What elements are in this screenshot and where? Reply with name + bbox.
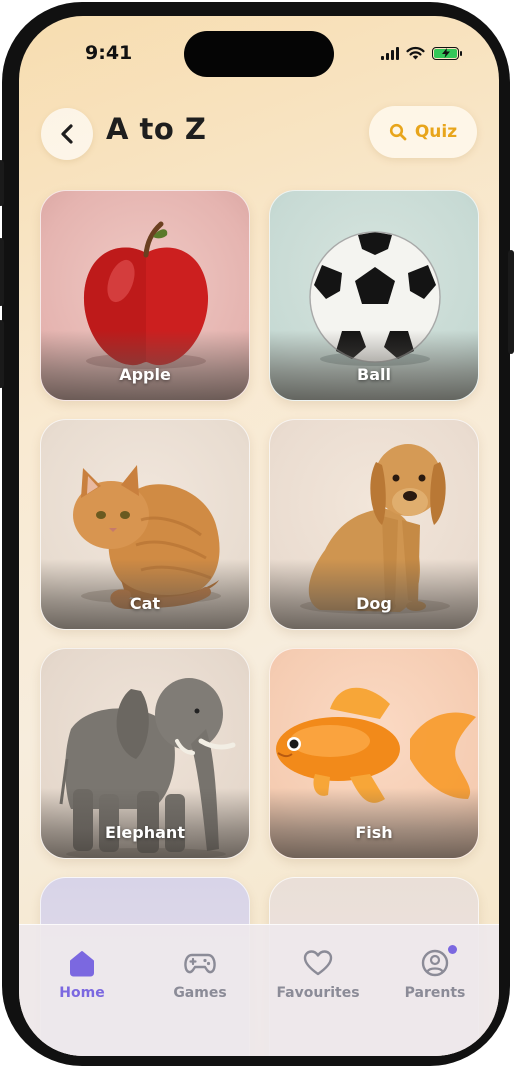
volume-down-button <box>0 320 4 388</box>
card-label: Cat <box>129 594 161 613</box>
card-cat[interactable]: Cat <box>40 419 250 630</box>
quiz-button[interactable]: Quiz <box>369 106 477 158</box>
search-icon <box>389 123 407 141</box>
tab-favourites[interactable]: Favourites <box>263 949 373 1001</box>
quiz-label: Quiz <box>414 122 458 142</box>
wifi-icon <box>406 46 425 60</box>
tab-label: Favourites <box>276 985 360 1001</box>
back-button[interactable] <box>41 108 93 160</box>
user-circle-icon <box>421 949 449 977</box>
page-title: A to Z <box>106 112 207 146</box>
dynamic-island <box>184 31 334 77</box>
card-ball[interactable]: Ball <box>269 190 479 401</box>
card-fish[interactable]: Fish <box>269 648 479 859</box>
card-dog[interactable]: Dog <box>269 419 479 630</box>
volume-up-button <box>0 238 4 306</box>
phone-frame: 9:41 A to Z Quiz Apple Ball Cat Dog Elep… <box>0 2 514 1066</box>
status-icons <box>381 46 462 60</box>
notification-badge <box>448 945 457 954</box>
home-icon <box>70 951 94 977</box>
status-time: 9:41 <box>85 42 133 64</box>
card-apple[interactable]: Apple <box>40 190 250 401</box>
card-elephant[interactable]: Elephant <box>40 648 250 859</box>
tab-label: Parents <box>404 985 466 1001</box>
card-label: Dog <box>356 594 392 613</box>
card-label: Fish <box>355 823 393 842</box>
tab-parents[interactable]: Parents <box>380 945 490 1001</box>
power-button <box>508 250 514 354</box>
tab-label: Games <box>173 985 227 1001</box>
gamepad-icon <box>184 953 216 974</box>
tab-label: Home <box>59 985 105 1001</box>
card-label: Elephant <box>105 823 185 842</box>
chevron-left-icon <box>61 124 73 144</box>
card-label: Ball <box>357 365 391 384</box>
battery-icon <box>432 46 462 60</box>
signal-icon <box>381 46 399 60</box>
heart-icon <box>303 950 333 976</box>
card-label: Apple <box>119 365 171 384</box>
tab-bar: Home Games Favourites Parents <box>19 924 499 1056</box>
mute-switch <box>0 160 4 206</box>
tab-games[interactable]: Games <box>145 949 255 1001</box>
app-screen: 9:41 A to Z Quiz Apple Ball Cat Dog Elep… <box>19 16 499 1056</box>
tab-home[interactable]: Home <box>27 949 137 1001</box>
